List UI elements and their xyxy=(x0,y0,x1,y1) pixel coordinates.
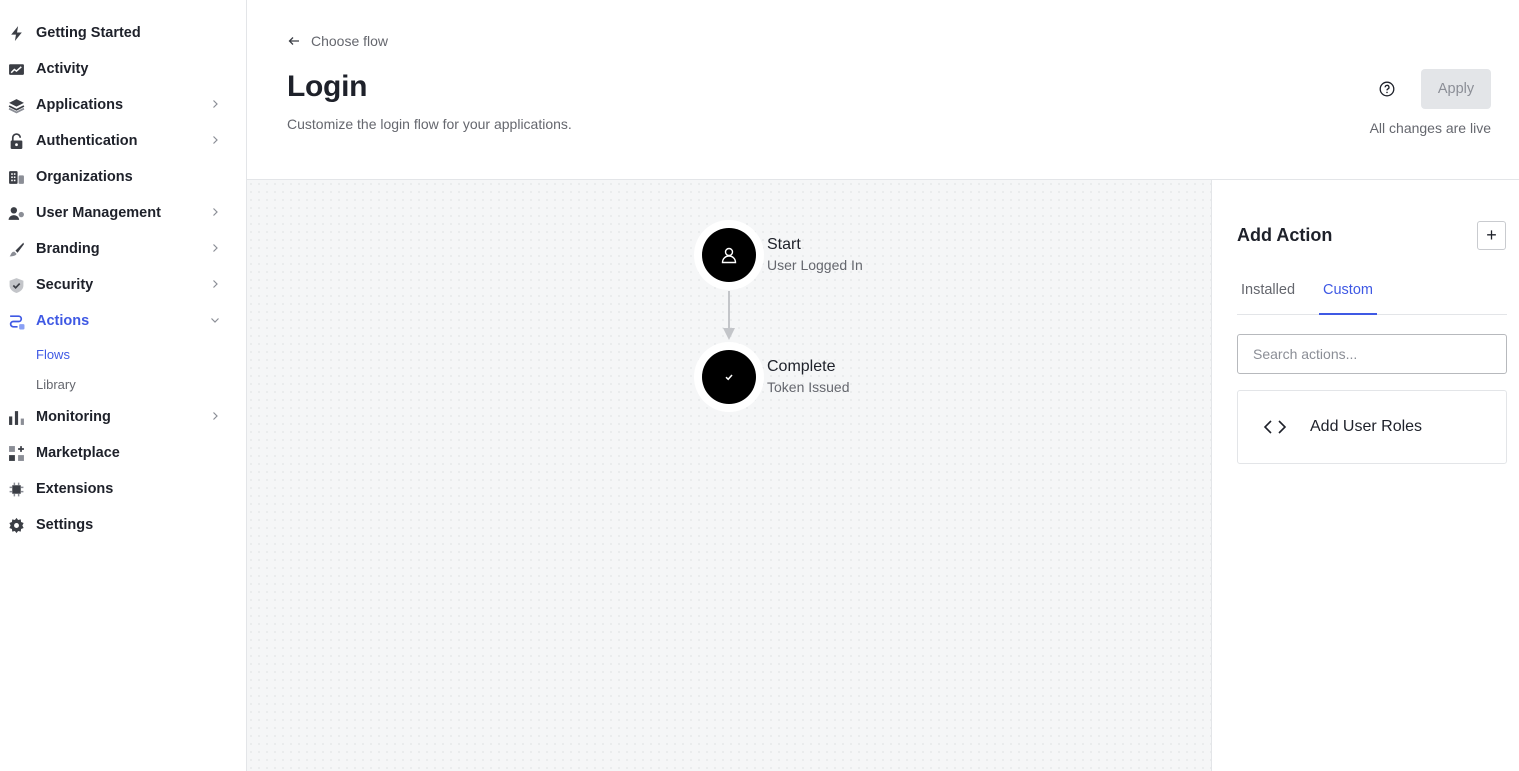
node-title: Start xyxy=(767,236,801,253)
sidebar-item-security[interactable]: Security xyxy=(0,267,246,303)
flow-connector xyxy=(728,291,730,331)
sidebar-item-label: Authentication xyxy=(36,133,138,149)
sidebar-item-getting-started[interactable]: Getting Started xyxy=(0,15,246,51)
node-text: Start User Logged In xyxy=(767,235,863,275)
sidebar-item-applications[interactable]: Applications xyxy=(0,87,246,123)
sidebar-item-label: Activity xyxy=(36,61,89,77)
node-subtitle: User Logged In xyxy=(767,257,863,273)
choose-flow-link[interactable]: Choose flow xyxy=(287,33,388,49)
check-icon xyxy=(725,374,733,381)
add-action-button[interactable]: + xyxy=(1477,221,1506,250)
action-card-add-user-roles[interactable]: Add User Roles xyxy=(1237,390,1507,464)
choose-flow-label: Choose flow xyxy=(311,33,389,49)
trend-chart-icon xyxy=(7,60,25,78)
chevron-right-icon xyxy=(213,100,218,108)
grid-plus-icon xyxy=(7,444,25,462)
user-icon xyxy=(721,247,737,264)
sidebar-item-label: Marketplace xyxy=(36,445,120,461)
chevron-right-icon xyxy=(213,412,218,420)
search-actions-input[interactable] xyxy=(1237,334,1507,374)
sidebar-item-label: Security xyxy=(36,277,94,293)
arrow-left-icon xyxy=(288,37,299,45)
tab-custom[interactable]: Custom xyxy=(1319,275,1377,315)
flow-canvas[interactable]: Start User Logged In Complete Token Issu… xyxy=(247,180,1211,771)
node-subtitle: Token Issued xyxy=(767,379,850,395)
node-circle xyxy=(702,228,756,282)
sidebar: Getting Started Activity Applications Au… xyxy=(0,0,247,771)
sidebar-item-label: Getting Started xyxy=(36,25,141,41)
tab-installed[interactable]: Installed xyxy=(1237,275,1299,315)
brush-icon xyxy=(7,240,25,258)
sidebar-subitem-library[interactable]: Library xyxy=(0,369,246,399)
node-circle xyxy=(702,350,756,404)
page-subtitle: Customize the login flow for your applic… xyxy=(287,116,572,132)
sidebar-item-label: Applications xyxy=(36,97,124,113)
sidebar-item-label: User Management xyxy=(36,205,161,221)
sidebar-item-extensions[interactable]: Extensions xyxy=(0,471,246,507)
node-ring xyxy=(694,342,764,412)
add-action-panel: Add Action + Installed Custom Add User R… xyxy=(1211,180,1519,771)
chevron-right-icon xyxy=(213,136,218,144)
page-title: Login xyxy=(287,70,368,103)
sidebar-item-monitoring[interactable]: Monitoring xyxy=(0,399,246,435)
action-card-label: Add User Roles xyxy=(1310,418,1423,435)
sidebar-item-authentication[interactable]: Authentication xyxy=(0,123,246,159)
code-icon xyxy=(1263,420,1287,434)
sidebar-item-label: Organizations xyxy=(36,169,133,185)
lightning-icon xyxy=(7,24,25,42)
node-title: Complete xyxy=(767,358,836,375)
sidebar-item-label: Extensions xyxy=(36,481,114,497)
gear-icon xyxy=(7,516,25,534)
chevron-right-icon xyxy=(213,208,218,216)
sidebar-item-label: Monitoring xyxy=(36,409,111,425)
apply-button[interactable]: Apply xyxy=(1421,69,1491,109)
sidebar-item-marketplace[interactable]: Marketplace xyxy=(0,435,246,471)
chip-icon xyxy=(7,480,25,498)
sidebar-item-settings[interactable]: Settings xyxy=(0,507,246,543)
flow-node-start[interactable]: Start User Logged In xyxy=(694,220,863,290)
sidebar-item-branding[interactable]: Branding xyxy=(0,231,246,267)
sidebar-item-label: Actions xyxy=(36,313,90,329)
arrow-down-icon xyxy=(723,328,735,340)
layers-icon xyxy=(7,96,25,114)
bar-chart-icon xyxy=(7,408,25,426)
panel-title: Add Action xyxy=(1237,225,1333,245)
chevron-right-icon xyxy=(213,280,218,288)
sidebar-item-organizations[interactable]: Organizations xyxy=(0,159,246,195)
chevron-down-icon xyxy=(211,318,219,323)
actions-icon xyxy=(7,312,25,330)
sidebar-nav: Getting Started Activity Applications Au… xyxy=(0,0,246,543)
sidebar-subitem-flows[interactable]: Flows xyxy=(0,339,246,369)
building-icon xyxy=(7,168,25,186)
lock-icon xyxy=(7,132,25,150)
action-tabs: Installed Custom xyxy=(1237,275,1507,315)
page-header: Choose flow Login Customize the login fl… xyxy=(247,0,1519,180)
sidebar-item-label: Branding xyxy=(36,241,100,257)
flow-node-complete[interactable]: Complete Token Issued xyxy=(694,342,850,412)
sidebar-item-activity[interactable]: Activity xyxy=(0,51,246,87)
sidebar-item-actions[interactable]: Actions xyxy=(0,303,246,339)
node-text: Complete Token Issued xyxy=(767,357,850,397)
chevron-right-icon xyxy=(213,244,218,252)
users-icon xyxy=(7,204,25,222)
sidebar-item-label: Settings xyxy=(36,517,94,533)
status-text: All changes are live xyxy=(1369,120,1491,136)
sidebar-item-user-management[interactable]: User Management xyxy=(0,195,246,231)
shield-icon xyxy=(7,276,25,294)
help-icon[interactable] xyxy=(1379,81,1395,97)
node-ring xyxy=(694,220,764,290)
